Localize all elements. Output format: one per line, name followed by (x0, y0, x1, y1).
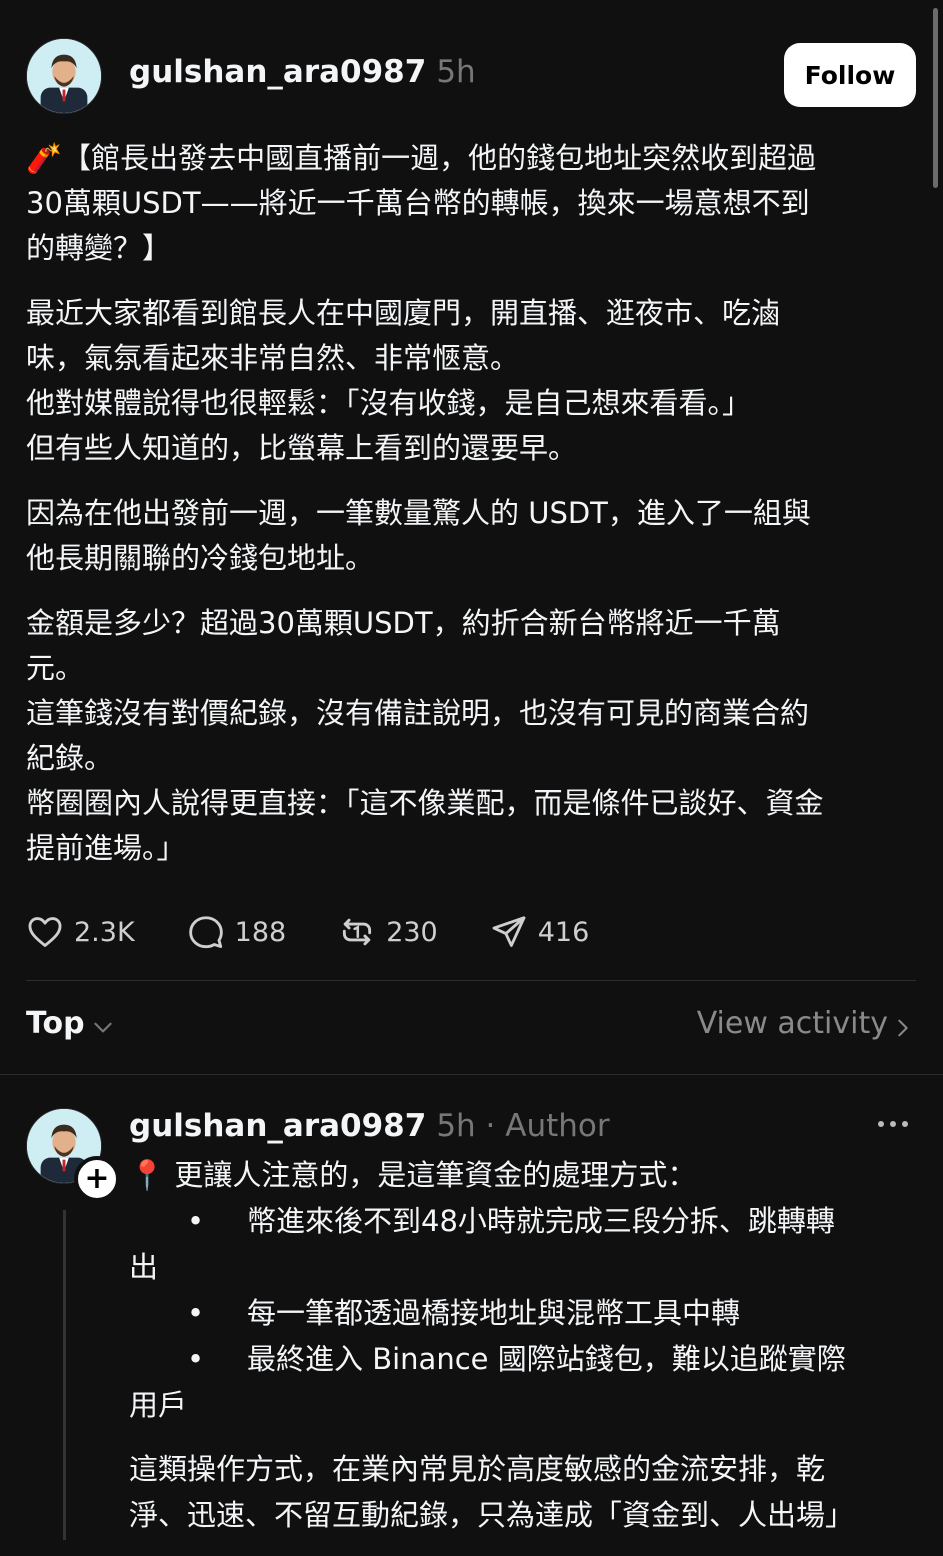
bullet-text-continued: 用戶 (129, 1388, 188, 1422)
repost-count: 230 (386, 916, 438, 948)
scrollbar[interactable] (933, 8, 938, 188)
post-paragraph-4: 金額是多少？超過30萬顆USDT，約折合新台幣將近一千萬 元。 這筆錢沒有對價紀… (26, 601, 916, 871)
bullet-dot: • (187, 1342, 205, 1376)
reply-meta: 5h · Author (436, 1108, 610, 1144)
text-line: 幣圈圈內人說得更直接：「這不像業配，而是條件已談好、資金 (26, 786, 824, 820)
bullet-text: 最終進入 Binance 國際站錢包，難以追蹤實際 (247, 1342, 846, 1376)
post-author[interactable]: gulshan_ara0987 5h (129, 54, 476, 90)
more-dots-icon[interactable] (876, 1114, 910, 1134)
text-line: 這類操作方式，在業內常見於高度敏感的金流安排，乾 (129, 1452, 826, 1486)
post-paragraph-2: 最近大家都看到館長人在中國廈門，開直播、逛夜市、吃滷 味，氣氛看起來非常自然、非… (26, 291, 916, 471)
repost-arrows-icon (343, 918, 372, 946)
divider (0, 1074, 943, 1075)
repost-button[interactable]: 230 (338, 913, 438, 951)
sort-dropdown[interactable]: Top (26, 1006, 85, 1041)
bullet-item: • 最終進入 Binance 國際站錢包，難以追蹤實際 (129, 1336, 919, 1382)
text-line: 味，氣氛看起來非常自然、非常愜意。 (26, 341, 520, 375)
text-line: 因為在他出發前一週，一筆數量驚人的 USDT，進入了一組與 (26, 496, 811, 530)
follow-plus-icon[interactable]: + (74, 1156, 120, 1202)
post-paragraph-1: 🧨【館長出發去中國直播前一週，他的錢包地址突然收到超過 30萬顆USDT——將近… (26, 136, 916, 271)
view-activity-link[interactable]: View activity (697, 1006, 888, 1041)
reply-paragraph-2: 這類操作方式，在業內常見於高度敏感的金流安排，乾 淨、迅速、不留互動紀錄，只為達… (129, 1446, 919, 1538)
post-paragraph-3: 因為在他出發前一週，一筆數量驚人的 USDT，進入了一組與 他長期關聯的冷錢包地… (26, 491, 916, 581)
heart-icon (28, 917, 62, 947)
chevron-right-icon[interactable] (892, 1016, 914, 1040)
text-line: 提前進場。」 (26, 831, 186, 865)
comment-bubble-icon (188, 916, 223, 949)
username[interactable]: gulshan_ara0987 (129, 54, 426, 90)
reply-body: 📍 更讓人注意的，是這筆資金的處理方式： • 幣進來後不到48小時就完成三段分拆、… (129, 1152, 919, 1556)
text-line: 元。 (26, 651, 85, 685)
action-bar: 2.3K 188 230 416 (26, 910, 916, 954)
text-line: 淨、迅速、不留互動紀錄，只為達成「資金到、人出場」 (129, 1498, 855, 1532)
bullet-item: • 每一筆都透過橋接地址與混幣工具中轉 (129, 1290, 919, 1336)
share-button[interactable]: 416 (490, 913, 590, 951)
text-line: 30萬顆USDT——將近一千萬台幣的轉帳，換來一場意想不到 (26, 186, 810, 220)
text-line: 最近大家都看到館長人在中國廈門，開直播、逛夜市、吃滷 (26, 296, 781, 330)
avatar-image (27, 39, 101, 113)
send-icon (492, 916, 526, 947)
text-line: 紀錄。 (26, 741, 114, 775)
chevron-down-icon[interactable] (90, 1014, 116, 1040)
text-line: 但有些人知道的，比螢幕上看到的還要早。 (26, 431, 578, 465)
post-time: 5h (436, 54, 476, 90)
comment-count: 188 (234, 916, 287, 948)
thread-line (63, 1210, 66, 1540)
text-line: 📍 更讓人注意的，是這筆資金的處理方式： (129, 1158, 697, 1192)
like-button[interactable]: 2.3K (26, 913, 135, 951)
comment-button[interactable]: 188 (187, 913, 287, 951)
bullet-item: • 幣進來後不到48小時就完成三段分拆、跳轉轉 (129, 1198, 919, 1244)
text-line: 金額是多少？超過30萬顆USDT，約折合新台幣將近一千萬 (26, 606, 781, 640)
text-line: 的轉變？】 (26, 231, 172, 265)
bullet-text: 幣進來後不到48小時就完成三段分拆、跳轉轉 (247, 1204, 835, 1238)
like-count: 2.3K (74, 916, 135, 948)
follow-button[interactable]: Follow (784, 43, 916, 107)
avatar[interactable] (26, 38, 102, 114)
replies-sort-bar: Top View activity (26, 1006, 916, 1050)
text-line: 這筆錢沒有對價紀錄，沒有備註說明，也沒有可見的商業合約 (26, 696, 810, 730)
post-body: 🧨【館長出發去中國直播前一週，他的錢包地址突然收到超過 30萬顆USDT——將近… (26, 136, 916, 891)
text-line: 他對媒體說得也很輕鬆：「沒有收錢，是自己想來看看。」 (26, 386, 752, 420)
bullet-text: 每一筆都透過橋接地址與混幣工具中轉 (247, 1296, 741, 1330)
username[interactable]: gulshan_ara0987 (129, 1108, 426, 1144)
bullet-text-continued: 出 (129, 1250, 159, 1284)
text-line: 他長期關聯的冷錢包地址。 (26, 541, 375, 575)
bullet-dot: • (187, 1204, 205, 1238)
text-line: 🧨【館長出發去中國直播前一週，他的錢包地址突然收到超過 (26, 141, 817, 175)
divider (26, 980, 916, 981)
share-count: 416 (537, 916, 590, 948)
reply-paragraph-1: 📍 更讓人注意的，是這筆資金的處理方式： • 幣進來後不到48小時就完成三段分拆、… (129, 1152, 919, 1428)
reply-author[interactable]: gulshan_ara0987 5h · Author (129, 1108, 610, 1144)
bullet-dot: • (187, 1296, 205, 1330)
